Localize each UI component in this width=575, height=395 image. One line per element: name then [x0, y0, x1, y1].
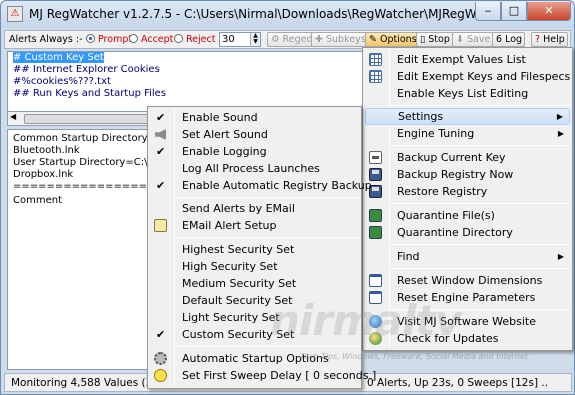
menu-item-medium-security[interactable]: Medium Security Set — [150, 275, 359, 292]
list-item[interactable]: ## Internet Explorer Cookies — [8, 64, 362, 76]
quarantine-icon — [369, 209, 382, 222]
menu-item-backup-current-key[interactable]: Backup Current Key — [365, 149, 570, 166]
list-item[interactable]: ======================== — [8, 181, 156, 193]
window-icon — [369, 291, 382, 304]
title-bar[interactable]: ⚠ MJ RegWatcher v1.2.7.5 - C:\Users\Nirm… — [1, 1, 574, 28]
menu-item-high-security[interactable]: High Security Set — [150, 258, 359, 275]
menu-item-backup-registry-now[interactable]: Backup Registry Now — [365, 166, 570, 183]
radio-dot — [174, 34, 183, 43]
maximize-button[interactable]: □ — [501, 2, 527, 21]
menu-item-engine-tuning[interactable]: Engine Tuning ▶ — [365, 125, 570, 142]
menu-item-default-security[interactable]: Default Security Set — [150, 292, 359, 309]
menu-item-first-sweep-delay[interactable]: Set First Sweep Delay [ 0 seconds ] — [150, 367, 376, 384]
key-icon — [369, 151, 382, 164]
gear-icon — [154, 352, 167, 365]
menu-item-light-security[interactable]: Light Security Set — [150, 309, 359, 326]
menu-item-log-all-process-launches[interactable]: Log All Process Launches — [150, 160, 359, 177]
menu-separator — [176, 237, 359, 238]
spinner-arrows-icon[interactable]: ▲ ▼ — [250, 33, 260, 46]
menu-separator — [391, 203, 570, 204]
radio-accept[interactable]: Accept — [129, 33, 173, 46]
menu-item-enable-keys-list-editing[interactable]: Enable Keys List Editing — [365, 85, 570, 102]
list-item[interactable]: User Startup Directory=C:\Use — [8, 157, 156, 169]
list-item[interactable]: Dropbox.lnk — [8, 169, 156, 181]
status-monitoring: Monitoring 4,588 Values (30 — [11, 377, 159, 389]
subkeys-button[interactable]: ✚ Subkeys — [311, 32, 369, 47]
update-globe-icon — [369, 332, 382, 345]
menu-item-enable-auto-backup[interactable]: ✔ Enable Automatic Registry Backup — [150, 177, 372, 194]
menu-item-check-updates[interactable]: Check for Updates — [365, 330, 570, 347]
menu-item-edit-exempt-values[interactable]: Edit Exempt Values List — [365, 51, 570, 68]
checkmark-icon: ✔ — [156, 145, 166, 158]
menu-item-quarantine-files[interactable]: Quarantine File(s) — [365, 207, 570, 224]
radio-dot — [129, 34, 138, 43]
globe-icon — [369, 315, 382, 328]
menu-item-send-alerts-email[interactable]: Send Alerts by EMail — [150, 200, 359, 217]
checkmark-icon: ✔ — [156, 179, 166, 192]
menu-separator — [391, 244, 570, 245]
menu-item-find[interactable]: Find ▶ — [365, 248, 570, 265]
values-pane[interactable]: Common Startup Directory=C:\P Bluetooth.… — [7, 129, 157, 370]
interval-spinner[interactable]: 30 ▲ ▼ — [219, 32, 261, 47]
menu-separator — [176, 197, 359, 198]
menu-separator — [176, 346, 359, 347]
menu-item-reset-window-dimensions[interactable]: Reset Window Dimensions — [365, 272, 570, 289]
alerts-label: Alerts Always :- — [9, 34, 83, 45]
radio-dot — [86, 34, 95, 43]
app-icon: ⚠ — [7, 6, 23, 22]
stop-button[interactable]: ▯ Stop — [416, 32, 453, 47]
menu-item-email-alert-setup[interactable]: EMail Alert Setup — [150, 217, 359, 234]
menu-item-auto-startup-options[interactable]: Automatic Startup Options — [150, 350, 359, 367]
list-item[interactable]: #%cookies%???.txt — [8, 76, 362, 88]
menu-separator — [391, 105, 570, 106]
radio-reject[interactable]: Reject — [174, 33, 215, 46]
checkmark-icon: ✔ — [156, 328, 166, 341]
log-button[interactable]: 6 Log — [492, 32, 526, 47]
list-item[interactable]: Bluetooth.lnk — [8, 145, 156, 157]
menu-item-quarantine-directory[interactable]: Quarantine Directory — [365, 224, 570, 241]
options-menu: Edit Exempt Values List Edit Exempt Keys… — [362, 47, 575, 351]
help-button[interactable]: ? Help — [531, 32, 568, 47]
menu-item-reset-engine-parameters[interactable]: Reset Engine Parameters — [365, 289, 570, 306]
menu-item-highest-security[interactable]: Highest Security Set — [150, 241, 359, 258]
save-button[interactable]: ⬇ Save — [452, 32, 494, 47]
menu-separator — [391, 268, 570, 269]
mail-icon — [154, 219, 167, 232]
speaker-icon — [155, 129, 166, 140]
options-button[interactable]: ✎ Options — [365, 32, 420, 47]
quarantine-icon — [369, 226, 382, 239]
radio-prompt[interactable]: Prompt — [86, 33, 132, 46]
grid-icon — [369, 70, 382, 83]
window-icon — [369, 274, 382, 287]
settings-submenu: ✔ Enable Sound Set Alert Sound ✔ Enable Lo… — [147, 106, 376, 389]
clock-icon — [154, 369, 167, 382]
submenu-arrow-icon: ▶ — [557, 252, 564, 261]
menu-item-enable-sound[interactable]: ✔ Enable Sound — [150, 109, 359, 126]
menu-item-enable-logging[interactable]: ✔ Enable Logging — [150, 143, 359, 160]
grid-icon — [369, 53, 382, 66]
menu-item-settings[interactable]: Settings ▶ — [365, 108, 570, 125]
checkmark-icon: ✔ — [156, 111, 166, 124]
submenu-arrow-icon: ▶ — [556, 112, 563, 121]
list-item[interactable]: ## Run Keys and Startup Files — [8, 88, 362, 100]
menu-item-edit-exempt-keys[interactable]: Edit Exempt Keys and Filespecs List — [365, 68, 575, 85]
menu-separator — [391, 309, 570, 310]
status-alerts: 0 Alerts, Up 23s, 0 Sweeps [12s] .. — [367, 377, 549, 389]
minimize-button[interactable]: ‒ — [475, 2, 501, 21]
list-item[interactable]: # Custom Key Set — [8, 52, 362, 64]
menu-item-set-alert-sound[interactable]: Set Alert Sound — [150, 126, 359, 143]
close-button[interactable]: ✕ — [527, 2, 571, 21]
menu-separator — [391, 145, 570, 146]
list-item[interactable]: Comment — [8, 195, 156, 207]
scroll-left-icon[interactable]: ◀ — [10, 112, 16, 121]
menu-item-visit-website[interactable]: Visit MJ Software Website — [365, 313, 570, 330]
menu-item-restore-registry[interactable]: Restore Registry — [365, 183, 570, 200]
list-item[interactable]: Common Startup Directory=C:\P — [8, 133, 156, 145]
scroll-thumb[interactable] — [24, 114, 164, 124]
submenu-arrow-icon: ▶ — [557, 129, 564, 138]
menu-item-custom-security[interactable]: ✔ Custom Security Set — [150, 326, 359, 343]
